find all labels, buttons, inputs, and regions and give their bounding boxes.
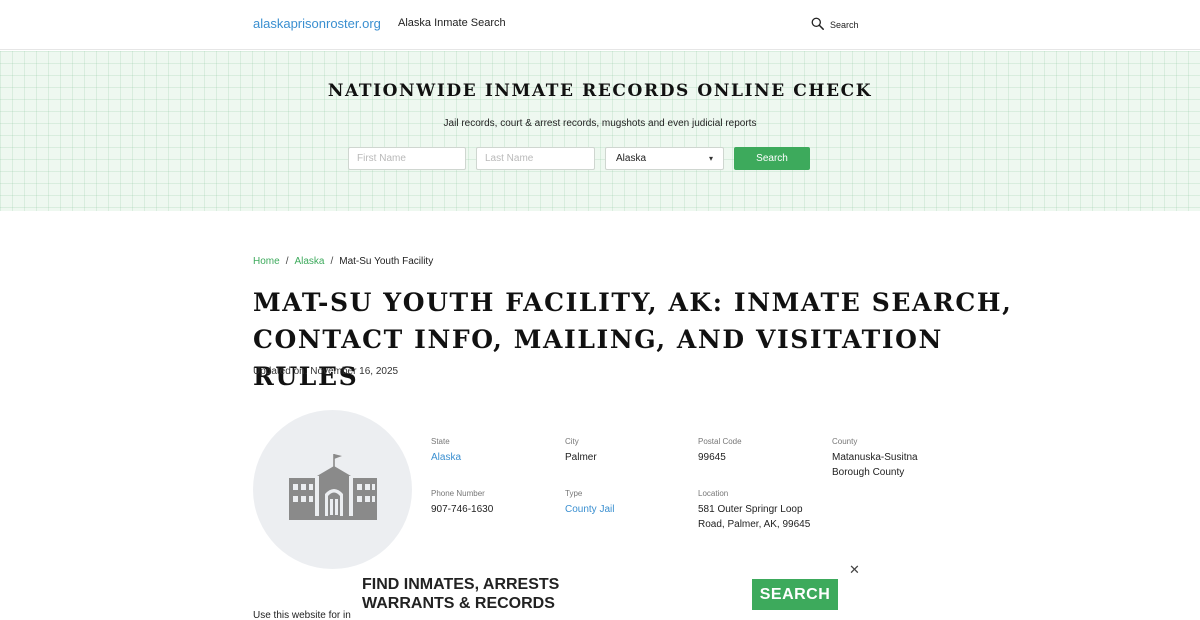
info-state-value[interactable]: Alaska [431,450,461,465]
site-brand-link[interactable]: alaskaprisonroster.org [253,16,381,31]
breadcrumb-separator: / [285,256,289,267]
info-postal-label: Postal Code [698,437,742,446]
hero-subtitle: Jail records, court & arrest records, mu… [443,118,757,129]
info-type-value[interactable]: County Jail [565,502,614,517]
info-city: City Palmer [565,437,597,465]
first-name-input[interactable] [348,147,466,170]
info-location-label: Location [698,489,729,498]
breadcrumb-current: Mat-Su Youth Facility [339,256,434,267]
nav-search-label: Search [830,19,859,30]
breadcrumb-separator: / [330,256,334,267]
ad-search-button[interactable]: SEARCH [752,579,838,610]
info-phone-label: Phone Number [431,489,485,498]
hero-search-banner: NATIONWIDE INMATE RECORDS ONLINE CHECK J… [0,51,1200,211]
info-city-label: City [565,437,579,446]
breadcrumb: Home / Alaska / Mat-Su Youth Facility [253,256,433,267]
ad-headline-line1: FIND INMATES, ARRESTS [362,576,560,593]
last-name-input[interactable] [476,147,595,170]
info-type: Type County Jail [565,489,614,517]
breadcrumb-state-link[interactable]: Alaska [294,256,324,267]
search-icon [811,17,824,32]
info-phone: Phone Number 907-746-1630 [431,489,493,517]
facility-image [253,410,412,569]
ad-headline-line2: WARRANTS & RECORDS [362,595,555,612]
close-icon[interactable]: ✕ [849,562,860,578]
chevron-down-icon: ▾ [708,154,713,163]
info-location-value: 581 Outer Springr Loop Road, Palmer, AK,… [698,504,811,530]
info-county-value: Matanuska-Susitna Borough County [832,452,918,478]
nav-inmate-search-link[interactable]: Alaska Inmate Search [398,17,506,29]
info-state: State Alaska [431,437,461,465]
hero-search-button[interactable]: Search [734,147,810,170]
info-city-value: Palmer [565,452,597,463]
info-postal-code: Postal Code 99645 [698,437,742,465]
page-title: MAT-SU YOUTH FACILITY, AK: INMATE SEARCH… [253,288,1013,391]
info-postal-value: 99645 [698,452,726,463]
hero-title: NATIONWIDE INMATE RECORDS ONLINE CHECK [327,81,873,101]
building-icon [287,452,379,527]
info-location: Location 581 Outer Springr Loop Road, Pa… [698,489,818,532]
top-navbar: alaskaprisonroster.org Alaska Inmate Sea… [0,0,1200,50]
info-state-label: State [431,437,450,446]
updated-date: Updated on: November 16, 2025 [253,366,399,377]
intro-text: Use this website for in [253,610,351,620]
info-county-label: County [832,437,858,446]
state-select[interactable]: Alaska ▾ [605,147,724,170]
ad-headline: FIND INMATES, ARRESTS WARRANTS & RECORDS [362,575,559,613]
info-phone-value: 907-746-1630 [431,504,494,515]
nav-search-button[interactable]: Search [811,17,859,32]
info-type-label: Type [565,489,583,498]
info-county: County Matanuska-Susitna Borough County [832,437,942,480]
breadcrumb-home-link[interactable]: Home [253,256,280,267]
state-select-value: Alaska [616,153,647,164]
